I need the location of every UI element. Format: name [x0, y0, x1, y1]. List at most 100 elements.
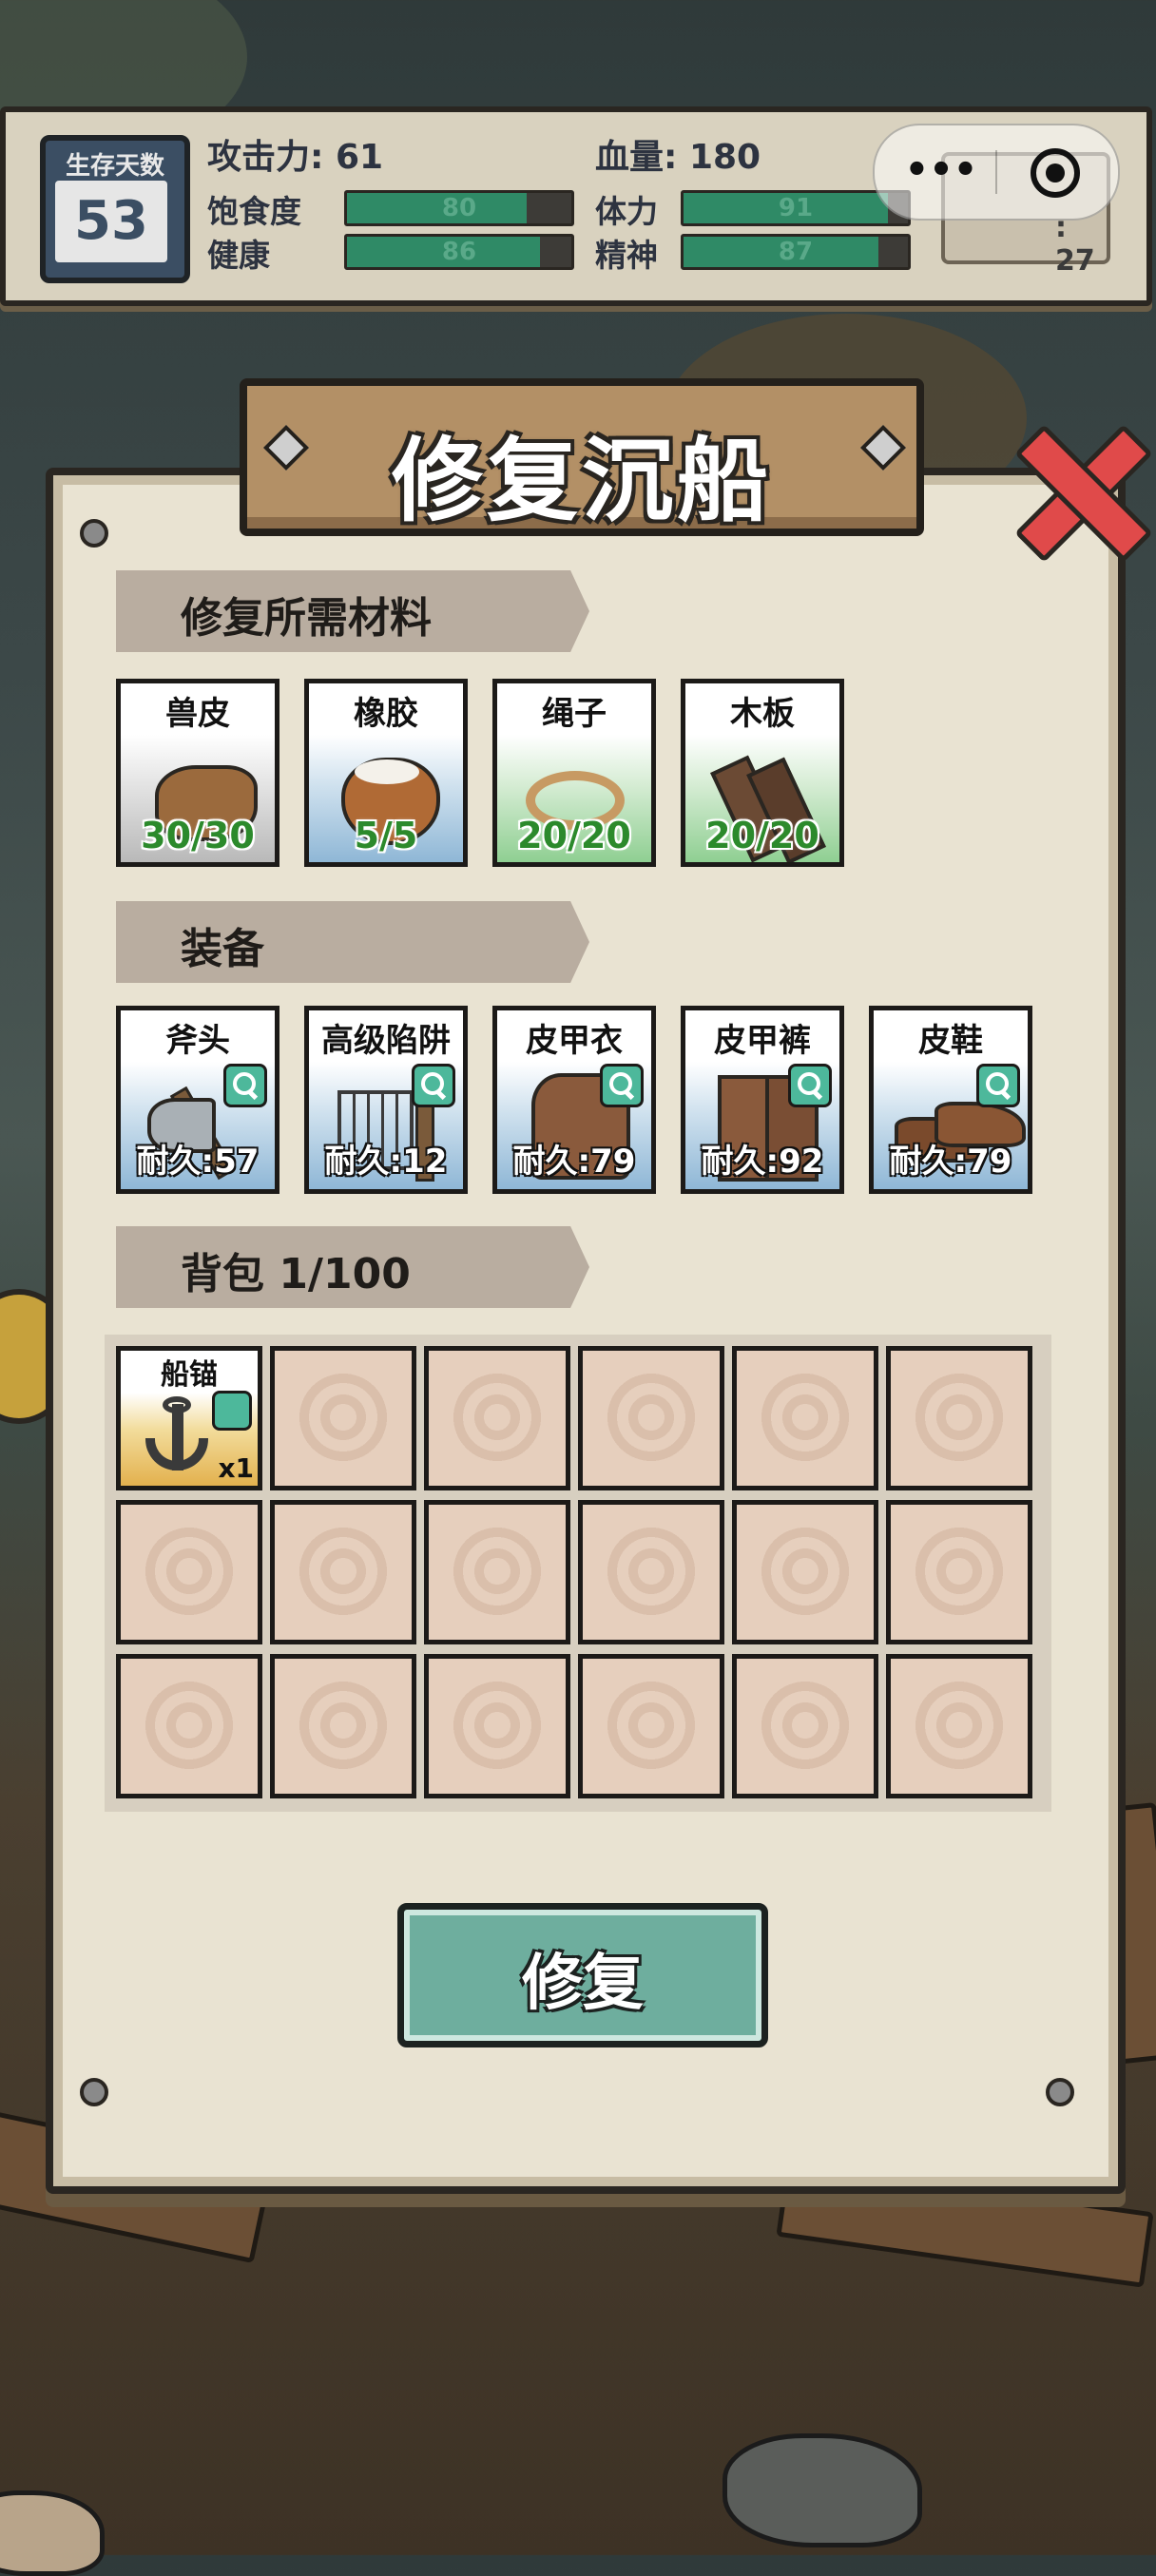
backpack-slot[interactable] [424, 1500, 570, 1644]
material-card[interactable]: 绳子 20/20 [492, 679, 656, 867]
empty-slot-icon [604, 1370, 699, 1465]
panel-title: 修复沉船 [392, 428, 772, 534]
close-circle-icon[interactable] [1031, 148, 1080, 198]
hp-value: 180 [688, 138, 761, 177]
equipment-durability: 耐久:12 [324, 1143, 448, 1181]
backpack-slot[interactable] [116, 1654, 262, 1798]
inspect-icon[interactable] [412, 1064, 455, 1107]
backpack-slot[interactable] [270, 1500, 416, 1644]
equipment-section-header: 装备 [116, 901, 589, 983]
equipment-name: 高级陷阱 [321, 1022, 451, 1060]
equipment-durability: 耐久:79 [512, 1143, 636, 1181]
satiety-label: 饱食度 [207, 193, 301, 230]
backpack-slot[interactable] [886, 1500, 1032, 1644]
equipment-name: 斧头 [165, 1022, 230, 1060]
empty-slot-icon [450, 1524, 545, 1619]
equipment-card[interactable]: 皮甲裤 耐久:92 [681, 1006, 844, 1194]
bg-rock [0, 2490, 105, 2576]
temperature-value: : 27 [1055, 211, 1095, 278]
satiety-bar: 80 [344, 190, 574, 226]
survival-days-value: 53 [55, 181, 167, 262]
equipment-name: 皮甲裤 [714, 1022, 811, 1060]
backpack-slot[interactable]: 船锚 x1 [116, 1346, 262, 1490]
equipment-name: 皮甲衣 [526, 1022, 623, 1060]
materials-section-header: 修复所需材料 [116, 570, 589, 652]
backpack-item-count: x1 [218, 1452, 254, 1484]
empty-slot-icon [296, 1524, 391, 1619]
backpack-slot[interactable] [116, 1500, 262, 1644]
backpack-slot[interactable] [578, 1654, 724, 1798]
equipment-card[interactable]: 皮甲衣 耐久:79 [492, 1006, 656, 1194]
material-qty: 30/30 [141, 815, 255, 856]
materials-section-title: 修复所需材料 [181, 594, 432, 643]
repair-button-label: 修复 [522, 1949, 644, 2019]
equipment-durability: 耐久:79 [889, 1143, 1012, 1181]
empty-slot-icon [912, 1370, 1007, 1465]
empty-slot-icon [450, 1678, 545, 1773]
backpack-slot[interactable] [424, 1346, 570, 1490]
equipment-durability: 耐久:57 [136, 1143, 260, 1181]
inspect-icon[interactable] [600, 1064, 644, 1107]
equipment-durability: 耐久:92 [701, 1143, 824, 1181]
backpack-section-title: 背包 1/100 [181, 1250, 411, 1298]
nail-icon [80, 2078, 108, 2106]
spirit-bar: 87 [681, 234, 911, 270]
empty-slot-icon [758, 1524, 853, 1619]
stamina-label: 体力 [595, 193, 658, 230]
material-card[interactable]: 橡胶 5/5 [304, 679, 468, 867]
attack-label: 攻击力 [207, 138, 311, 177]
empty-slot-icon [296, 1678, 391, 1773]
inspect-icon[interactable] [976, 1064, 1020, 1107]
inspect-icon[interactable] [788, 1064, 832, 1107]
capsule-divider [995, 150, 997, 194]
backpack-slot[interactable] [886, 1346, 1032, 1490]
equipment-card[interactable]: 高级陷阱 耐久:12 [304, 1006, 468, 1194]
backpack-slot[interactable] [886, 1654, 1032, 1798]
empty-slot-icon [758, 1370, 853, 1465]
material-name: 兽皮 [165, 695, 230, 733]
material-card[interactable]: 兽皮 30/30 [116, 679, 279, 867]
repair-button[interactable]: 修复 [397, 1903, 768, 2047]
nail-icon [1046, 2078, 1074, 2106]
hp-stat: 血量: 180 [595, 138, 761, 177]
material-name: 木板 [730, 695, 795, 733]
backpack-slot[interactable] [732, 1654, 878, 1798]
material-qty: 20/20 [517, 815, 631, 856]
material-name: 橡胶 [354, 695, 418, 733]
equipment-section-title: 装备 [181, 925, 264, 973]
empty-slot-icon [912, 1524, 1007, 1619]
inspect-icon[interactable] [212, 1391, 252, 1431]
title-plank: 修复沉船 [240, 378, 924, 536]
backpack-grid: 船锚 x1 [105, 1335, 1051, 1812]
close-button[interactable] [1008, 418, 1153, 563]
backpack-slot[interactable] [578, 1500, 724, 1644]
backpack-slot[interactable] [578, 1346, 724, 1490]
empty-slot-icon [142, 1678, 237, 1773]
backpack-item-name: 船锚 [161, 1358, 218, 1392]
material-qty: 5/5 [354, 815, 418, 856]
backpack-slot[interactable] [732, 1500, 878, 1644]
backpack-section-header: 背包 1/100 [116, 1226, 589, 1308]
empty-slot-icon [450, 1370, 545, 1465]
nail-icon [80, 519, 108, 548]
more-dots-icon[interactable]: ••• [903, 146, 979, 194]
backpack-slot[interactable] [732, 1346, 878, 1490]
backpack-slot[interactable] [424, 1654, 570, 1798]
equipment-card[interactable]: 斧头 耐久:57 [116, 1006, 279, 1194]
equipment-card[interactable]: 皮鞋 耐久:79 [869, 1006, 1032, 1194]
spirit-label: 精神 [595, 237, 658, 274]
backpack-slot[interactable] [270, 1654, 416, 1798]
material-card[interactable]: 木板 20/20 [681, 679, 844, 867]
empty-slot-icon [296, 1370, 391, 1465]
equipment-name: 皮鞋 [918, 1022, 983, 1060]
empty-slot-icon [604, 1524, 699, 1619]
backpack-slot[interactable] [270, 1346, 416, 1490]
material-name: 绳子 [542, 695, 607, 733]
hp-label: 血量 [595, 138, 665, 177]
survival-days-card: 生存天数 53 [40, 135, 190, 283]
empty-slot-icon [758, 1678, 853, 1773]
bg-rock [722, 2433, 922, 2547]
mini-program-capsule: ••• [873, 124, 1120, 221]
health-bar: 86 [344, 234, 574, 270]
inspect-icon[interactable] [223, 1064, 267, 1107]
